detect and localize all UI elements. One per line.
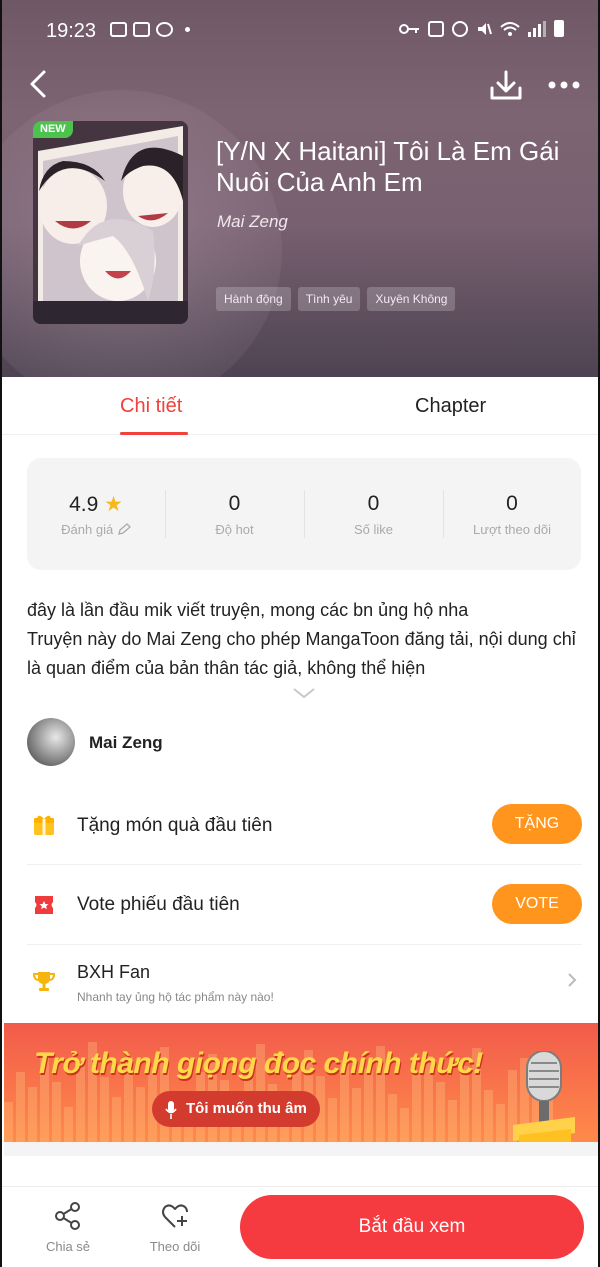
stat-rating-label-wrap: Đánh giá — [27, 522, 165, 537]
battery-icon — [554, 20, 564, 37]
gift-icon — [34, 815, 54, 835]
stat-hot: 0 Độ hot — [165, 458, 304, 570]
bottom-action-bar: Chia sẻ Theo dõi Bắt đầu xem — [2, 1186, 598, 1267]
status-left-icons — [110, 22, 190, 37]
stat-rating-value: 4.9 — [69, 493, 99, 516]
genre-tags: Hành động Tình yêu Xuyên Không — [216, 287, 456, 311]
chevron-down-icon[interactable] — [292, 686, 316, 700]
vote-button[interactable]: VOTE — [492, 884, 582, 924]
tab-detail[interactable]: Chi tiết — [120, 395, 182, 418]
gift-row[interactable]: Tặng món quà đầu tiên TẶNG — [27, 803, 582, 847]
tab-bar: Chi tiết Chapter — [2, 377, 598, 435]
manga-detail-screen: 19:23 NEW [Y/N X Haitani] Tôi Là Em Gái … — [0, 0, 600, 1267]
new-badge: NEW — [33, 121, 73, 138]
follow-label: Theo dõi — [149, 1239, 201, 1254]
avatar[interactable] — [27, 718, 75, 766]
genre-tag[interactable]: Xuyên Không — [367, 287, 456, 311]
signal-icon — [528, 20, 546, 37]
stat-likes-label: Số like — [353, 522, 394, 537]
status-bar: 19:23 — [2, 0, 598, 62]
tab-active-indicator — [120, 432, 188, 435]
fan-ranking-label: BXH Fan — [77, 962, 151, 982]
alarm-icon — [452, 20, 468, 37]
trophy-icon — [32, 972, 56, 991]
stat-rating-value-wrap: 4.9 ★ — [27, 492, 165, 517]
share-label: Chia sẻ — [45, 1239, 91, 1254]
fan-ranking-row[interactable]: BXH Fan Nhanh tay ủng hộ tác phẩm này nà… — [27, 960, 582, 1010]
genre-tag[interactable]: Tình yêu — [297, 287, 361, 311]
cover-image[interactable]: NEW — [33, 121, 188, 324]
vote-row[interactable]: Vote phiếu đầu tiên VOTE — [27, 884, 582, 928]
gift-button[interactable]: TẶNG — [492, 804, 582, 844]
banner-title: Trở thành giọng đọc chính thức! — [34, 1047, 483, 1080]
start-reading-button[interactable]: Bắt đầu xem — [240, 1195, 584, 1259]
more-icon[interactable] — [544, 70, 584, 100]
wifi-icon — [500, 21, 520, 36]
edit-icon — [117, 523, 131, 535]
description-line: đây là lần đầu mik viết truyện, mong các… — [27, 600, 469, 620]
ticket-icon — [35, 896, 53, 914]
vote-label: Vote phiếu đầu tiên — [77, 894, 240, 915]
teams-icon — [110, 22, 127, 37]
stat-likes-value: 0 — [367, 492, 380, 515]
description[interactable]: đây là lần đầu mik viết truyện, mong các… — [27, 596, 587, 683]
stat-rating[interactable]: 4.9 ★ Đánh giá — [27, 458, 165, 570]
stat-hot-value: 0 — [228, 492, 241, 515]
cover-illustration — [33, 121, 188, 324]
gift-label: Tặng món quà đầu tiên — [77, 815, 273, 836]
stats-card: 4.9 ★ Đánh giá 0 Độ hot 0 Số like 0 Lượt… — [27, 458, 581, 570]
manga-title: [Y/N X Haitani] Tôi Là Em Gái Nuôi Của A… — [216, 136, 560, 197]
tab-chapter[interactable]: Chapter — [415, 395, 486, 418]
image-icon — [133, 22, 150, 37]
stat-followers-value: 0 — [506, 492, 518, 515]
chevron-right-icon[interactable] — [566, 972, 578, 988]
download-icon[interactable] — [488, 68, 524, 104]
mic-icon — [165, 1101, 177, 1119]
stat-hot-label: Độ hot — [215, 522, 254, 537]
stat-likes: 0 Số like — [304, 458, 443, 570]
genre-tag[interactable]: Hành động — [216, 287, 291, 311]
key-icon — [399, 23, 419, 34]
description-line: Truyện này do Mai Zeng cho phép MangaToo… — [27, 629, 576, 678]
divider — [27, 864, 582, 865]
hero-header: 19:23 NEW [Y/N X Haitani] Tôi Là Em Gái … — [2, 0, 598, 377]
microphone-illustration-icon — [513, 1051, 575, 1142]
heart-plus-icon — [162, 1204, 188, 1228]
follow-button[interactable]: Theo dõi — [140, 1201, 210, 1254]
status-time: 19:23 — [46, 20, 97, 42]
share-icon — [55, 1202, 80, 1230]
manga-author[interactable]: Mai Zeng — [217, 212, 288, 232]
author-name[interactable]: Mai Zeng — [89, 733, 163, 753]
star-icon: ★ — [104, 493, 123, 516]
lock-icon — [428, 20, 444, 37]
messenger-icon — [156, 22, 173, 37]
fan-ranking-subtitle: Nhanh tay ủng hộ tác phẩm này nào! — [77, 990, 274, 1004]
chevron-left-icon[interactable] — [24, 68, 56, 100]
voice-actor-banner[interactable]: Trở thành giọng đọc chính thức! Tôi muốn… — [4, 1023, 598, 1142]
stat-followers-label: Lượt theo dõi — [473, 522, 551, 537]
stat-rating-label: Đánh giá — [61, 522, 114, 537]
section-gap — [4, 1142, 598, 1156]
mute-icon — [478, 22, 492, 35]
share-button[interactable]: Chia sẻ — [33, 1201, 103, 1254]
status-right-icons — [398, 20, 564, 37]
stat-followers: 0 Lượt theo dõi — [443, 458, 581, 570]
dot-icon — [185, 27, 190, 32]
divider — [27, 944, 582, 945]
